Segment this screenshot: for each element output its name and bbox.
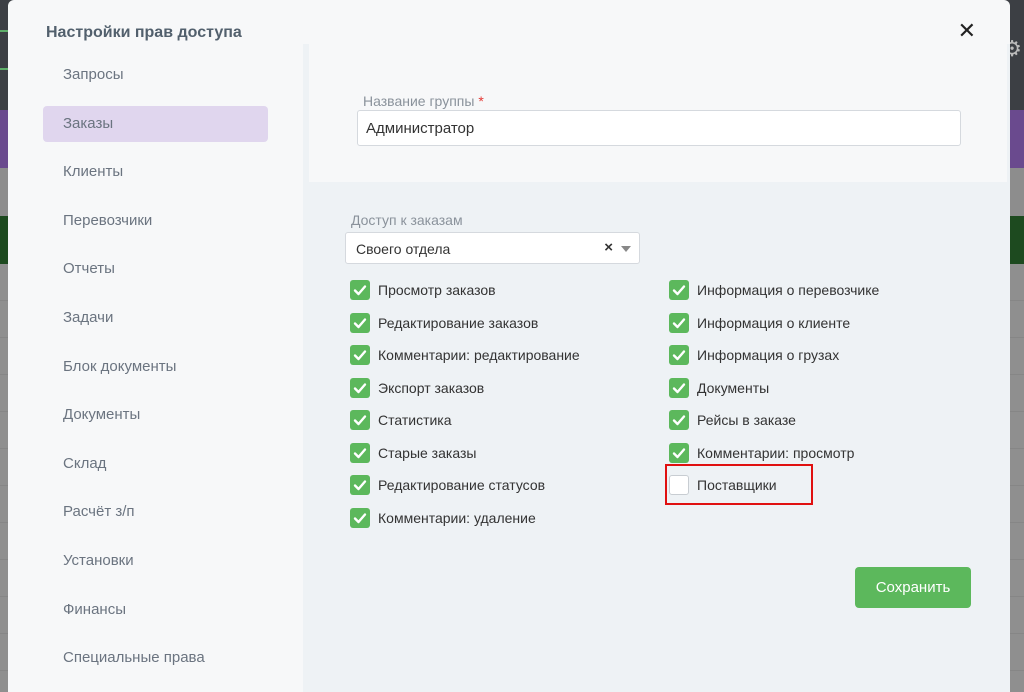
sidebar-item[interactable]: Запросы [43,57,268,93]
permission-checkbox-row[interactable]: Просмотр заказов [350,279,496,301]
sidebar-item[interactable]: Клиенты [43,154,268,190]
permission-label: Редактирование заказов [378,314,539,331]
sidebar-item[interactable]: Склад [43,446,268,482]
permission-label: Комментарии: просмотр [697,444,855,461]
group-name-label: Название группы * [363,93,484,109]
permission-label: Комментарии: редактирование [378,347,580,363]
checkbox-checked-icon[interactable] [350,280,370,300]
checkbox-checked-icon[interactable] [350,507,370,528]
sidebar-item[interactable]: Задачи [43,300,268,336]
permission-label: Редактирование статусов [378,477,546,493]
checkbox-checked-icon[interactable] [350,442,370,463]
sidebar-item[interactable]: Отчеты [43,251,268,287]
checkbox-checked-icon[interactable] [669,442,689,463]
permission-checkbox-row[interactable]: Статистика [350,409,452,431]
required-mark: * [478,93,484,109]
permission-checkbox-row[interactable]: Рейсы в заказе [669,409,796,431]
checkbox-checked-icon[interactable] [350,410,370,430]
checkbox-checked-icon[interactable] [669,377,689,398]
permission-label: Информация о клиенте [697,314,851,331]
access-settings-modal: Настройки прав доступа ✕ Запросы Заказы Кл… [8,0,1010,692]
checkbox-checked-icon[interactable] [350,475,370,495]
permission-checkbox-row[interactable]: Документы [669,377,769,399]
clear-icon[interactable]: × [604,239,613,256]
order-access-value: Своего отдела [356,241,451,257]
checkbox-checked-icon[interactable] [669,312,689,333]
chevron-down-icon[interactable] [621,246,631,252]
order-access-label: Доступ к заказам [351,212,463,228]
permission-label: Старые заказы [378,444,477,461]
permission-label: Рейсы в заказе [697,412,796,428]
permission-checkbox-row[interactable]: Старые заказы [350,442,476,464]
permission-checkbox-row[interactable]: Редактирование статусов [350,474,545,496]
permission-label: Экспорт заказов [378,379,485,396]
permission-label: Информация о грузах [697,347,840,363]
group-name-section: Название группы * [309,44,1007,182]
close-icon[interactable]: ✕ [958,20,976,42]
save-button[interactable]: Сохранить [855,567,971,608]
checkbox-checked-icon[interactable] [350,377,370,398]
permission-checkbox-row[interactable]: Экспорт заказов [350,377,484,399]
sidebar-item[interactable]: Расчёт з/п [43,494,268,530]
modal-title: Настройки прав доступа [46,24,242,41]
permission-label: Статистика [378,412,452,428]
sidebar-item[interactable]: Блок документы [43,349,268,385]
permission-label: Информация о перевозчике [697,282,880,298]
checkbox-checked-icon[interactable] [669,280,689,300]
permission-checkbox-row[interactable]: Информация о клиенте [669,312,850,334]
permission-label: Просмотр заказов [378,282,496,298]
sidebar-item[interactable]: Перевозчики [43,203,268,239]
sidebar-item[interactable]: Финансы [43,592,268,628]
sidebar-item[interactable]: Установки [43,543,268,579]
checkbox-checked-icon[interactable] [350,345,370,365]
sidebar-item[interactable]: Заказы [43,105,268,142]
permission-checkbox-row[interactable]: Редактирование заказов [350,312,538,334]
permission-label: Документы [697,379,770,396]
permission-checkbox-row[interactable]: Комментарии: просмотр [669,442,854,464]
sidebar-item[interactable]: Документы [43,397,268,433]
order-access-select[interactable]: Своего отдела × [345,232,640,264]
checkbox-checked-icon[interactable] [669,410,689,430]
group-name-label-text: Название группы [363,93,475,109]
permission-checkbox-row[interactable]: Информация о грузах [669,344,839,366]
group-name-input[interactable] [357,110,961,146]
permission-checkbox-row[interactable]: Комментарии: редактирование [350,344,580,366]
permission-label: Комментарии: удаление [378,509,536,526]
permission-checkbox-row[interactable]: Комментарии: удаление [350,507,536,529]
sidebar-item[interactable]: Специальные права [43,640,268,676]
permission-checkbox-row[interactable]: Информация о перевозчике [669,279,879,301]
checkbox-checked-icon[interactable] [350,312,370,333]
checkbox-checked-icon[interactable] [669,345,689,365]
highlight-box [665,464,813,505]
permissions-panel: Название группы * Доступ к заказам Своег… [303,44,1010,692]
